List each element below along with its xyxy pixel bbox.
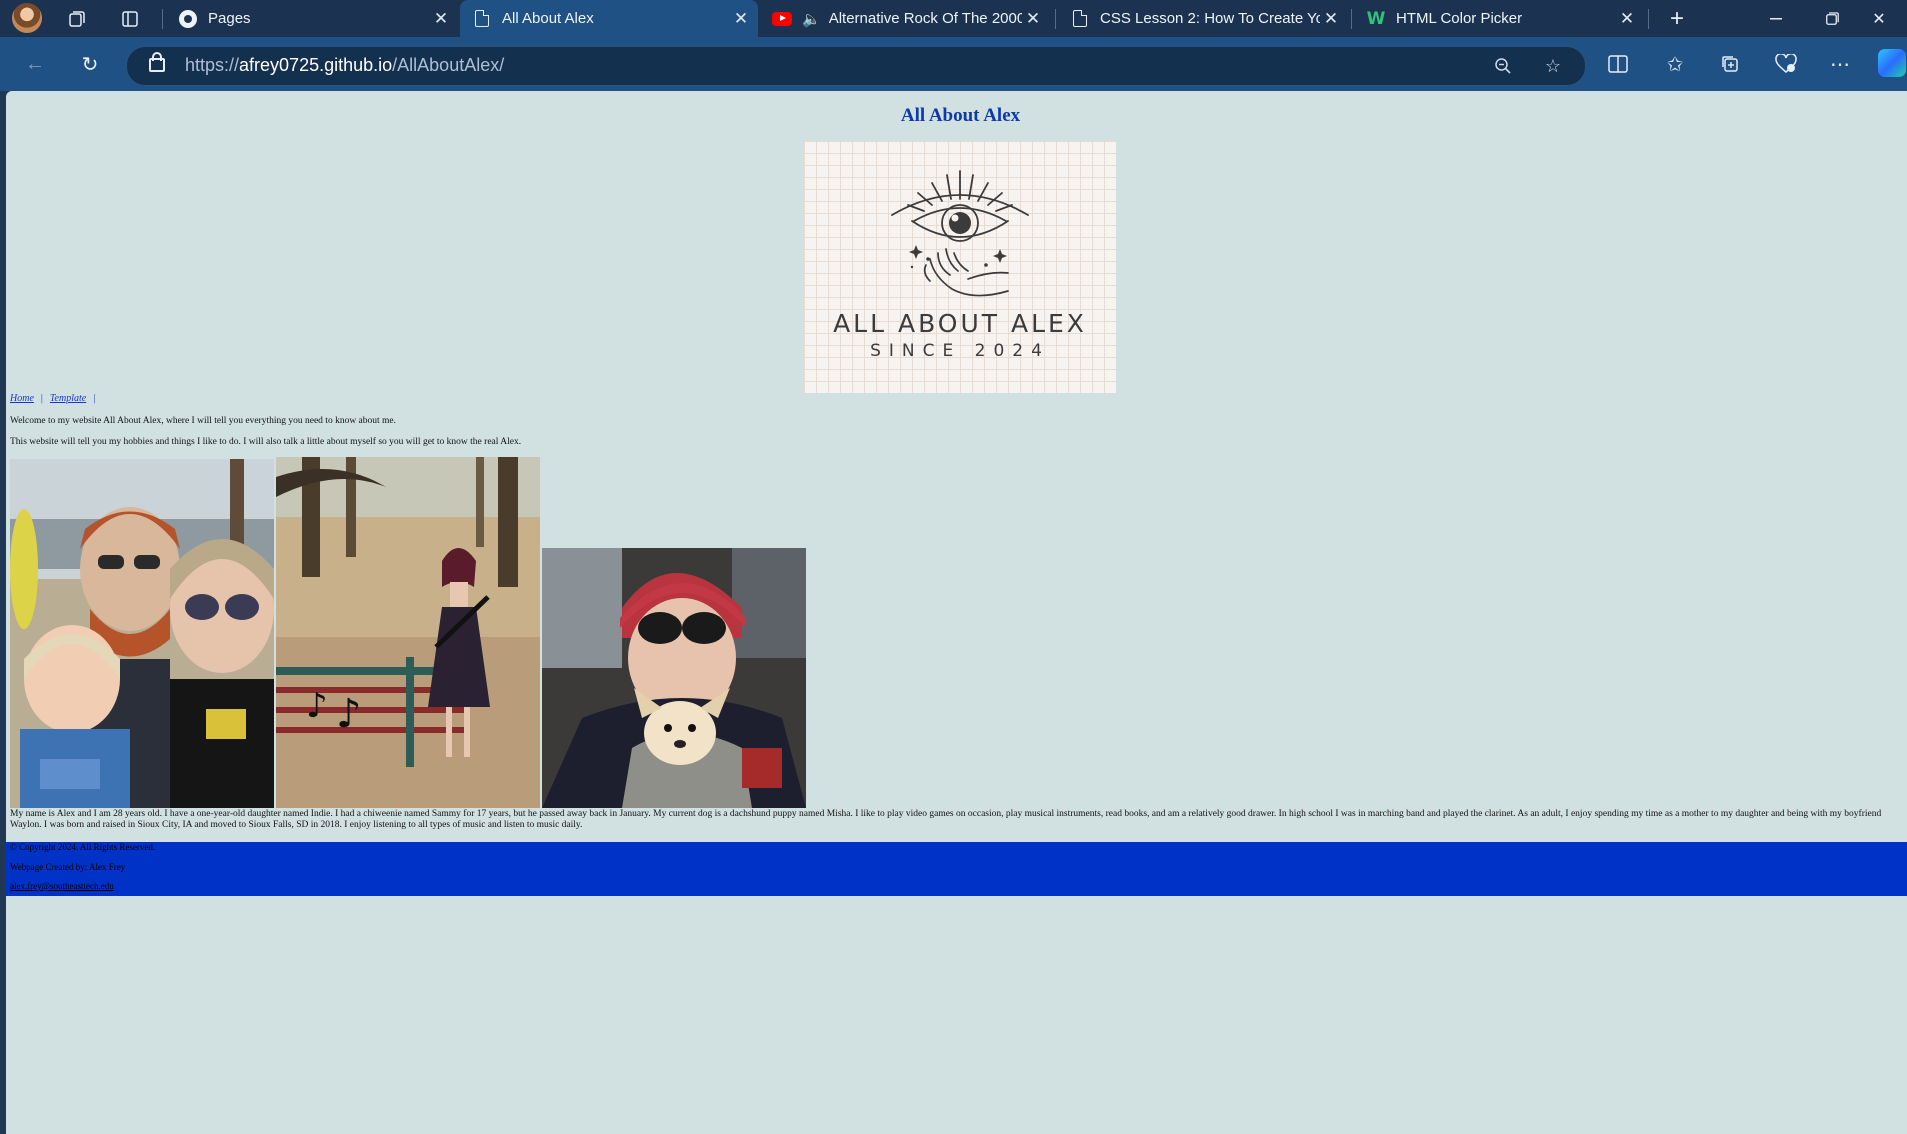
footer-email-link[interactable]: alex.frey@southeasttech.edu <box>10 881 114 891</box>
workspaces-icon[interactable] <box>64 6 90 32</box>
site-nav: Home | Template | <box>10 393 102 404</box>
nav-separator: | <box>93 393 96 404</box>
tab-html-color-picker[interactable]: W HTML Color Picker ✕ <box>1354 0 1644 37</box>
photo-clarinet: ♪ ♪ <box>276 457 540 808</box>
bio-paragraph: My name is Alex and I am 28 years old. I… <box>10 809 1882 830</box>
photo-family <box>10 459 274 808</box>
browser-title-bar: Pages ✕ All About Alex ✕ 🔈 Alternative R… <box>0 0 1907 37</box>
footer: © Copyright 2024. All Rights Reserved. W… <box>6 842 1907 896</box>
logo-title: ALL ABOUT ALEX <box>833 309 1087 338</box>
tab-pages[interactable]: Pages ✕ <box>166 0 458 37</box>
favorite-star-icon[interactable]: ☆ <box>1540 53 1566 79</box>
lock-icon[interactable] <box>149 52 165 72</box>
split-screen-icon[interactable] <box>1603 49 1633 79</box>
url-text[interactable]: https://afrey0725.github.io/AllAboutAlex… <box>185 55 504 76</box>
page-viewport: All About Alex ALL ABOUT ALEX SINCE 2024… <box>6 91 1907 1134</box>
logo-subtitle: SINCE 2024 <box>870 341 1050 361</box>
browser-essentials-icon[interactable] <box>1771 49 1801 79</box>
nav-separator: | <box>40 393 43 404</box>
tab-label: All About Alex <box>502 10 594 27</box>
intro-paragraph-1: Welcome to my website All About Alex, wh… <box>10 416 397 426</box>
zoom-out-icon[interactable] <box>1490 53 1516 79</box>
address-bar[interactable]: https://afrey0725.github.io/AllAboutAlex… <box>126 46 1586 86</box>
svg-text:♪: ♪ <box>306 686 328 726</box>
nav-link-template[interactable]: Template <box>50 393 86 404</box>
intro-paragraph-2: This website will tell you my hobbies an… <box>10 437 522 447</box>
youtube-icon <box>772 9 792 29</box>
minimize-button[interactable] <box>1748 0 1804 37</box>
site-logo: ALL ABOUT ALEX SINCE 2024 <box>804 141 1116 393</box>
footer-author: Webpage Created by: Alex Frey <box>10 862 126 872</box>
page-title: All About Alex <box>900 105 1021 126</box>
tab-all-about-alex[interactable]: All About Alex ✕ <box>460 0 758 37</box>
nav-link-home[interactable]: Home <box>10 393 34 404</box>
close-tab-icon[interactable]: ✕ <box>1022 9 1044 29</box>
footer-copyright: © Copyright 2024. All Rights Reserved. <box>10 842 156 852</box>
browser-toolbar: ← ↻ https://afrey0725.github.io/AllAbout… <box>0 37 1907 91</box>
more-options-icon[interactable]: ⋯ <box>1825 49 1855 79</box>
w3schools-icon: W <box>1366 8 1386 29</box>
page-icon <box>1070 9 1090 29</box>
collections-icon[interactable] <box>1715 49 1745 79</box>
tab-label: HTML Color Picker <box>1396 10 1523 27</box>
tab-label: CSS Lesson 2: How To Create You <box>1100 10 1320 27</box>
tab-css-lesson[interactable]: CSS Lesson 2: How To Create You ✕ <box>1058 0 1348 37</box>
github-icon <box>178 9 198 29</box>
close-window-button[interactable]: ✕ <box>1851 0 1907 37</box>
vertical-tabs-icon[interactable] <box>117 6 143 32</box>
close-tab-icon[interactable]: ✕ <box>1616 9 1638 29</box>
new-tab-button[interactable]: + <box>1664 5 1690 32</box>
favorites-icon[interactable]: ✩ <box>1660 49 1690 79</box>
close-tab-icon[interactable]: ✕ <box>430 9 452 29</box>
page-icon <box>472 9 492 29</box>
tab-label: Alternative Rock Of The 2000 <box>828 10 1022 27</box>
photo-dog-selfie <box>542 548 806 808</box>
copilot-icon[interactable] <box>1878 49 1906 77</box>
profile-avatar[interactable] <box>12 3 42 33</box>
svg-text:♪: ♪ <box>336 691 362 737</box>
close-tab-icon[interactable]: ✕ <box>730 9 752 29</box>
tab-label: Pages <box>208 10 251 27</box>
refresh-button[interactable]: ↻ <box>75 49 105 79</box>
tab-alternative-rock[interactable]: 🔈 Alternative Rock Of The 2000 ✕ <box>760 0 1050 37</box>
back-button[interactable]: ← <box>20 49 50 79</box>
close-tab-icon[interactable]: ✕ <box>1320 9 1342 29</box>
speaker-icon[interactable]: 🔈 <box>802 10 821 28</box>
